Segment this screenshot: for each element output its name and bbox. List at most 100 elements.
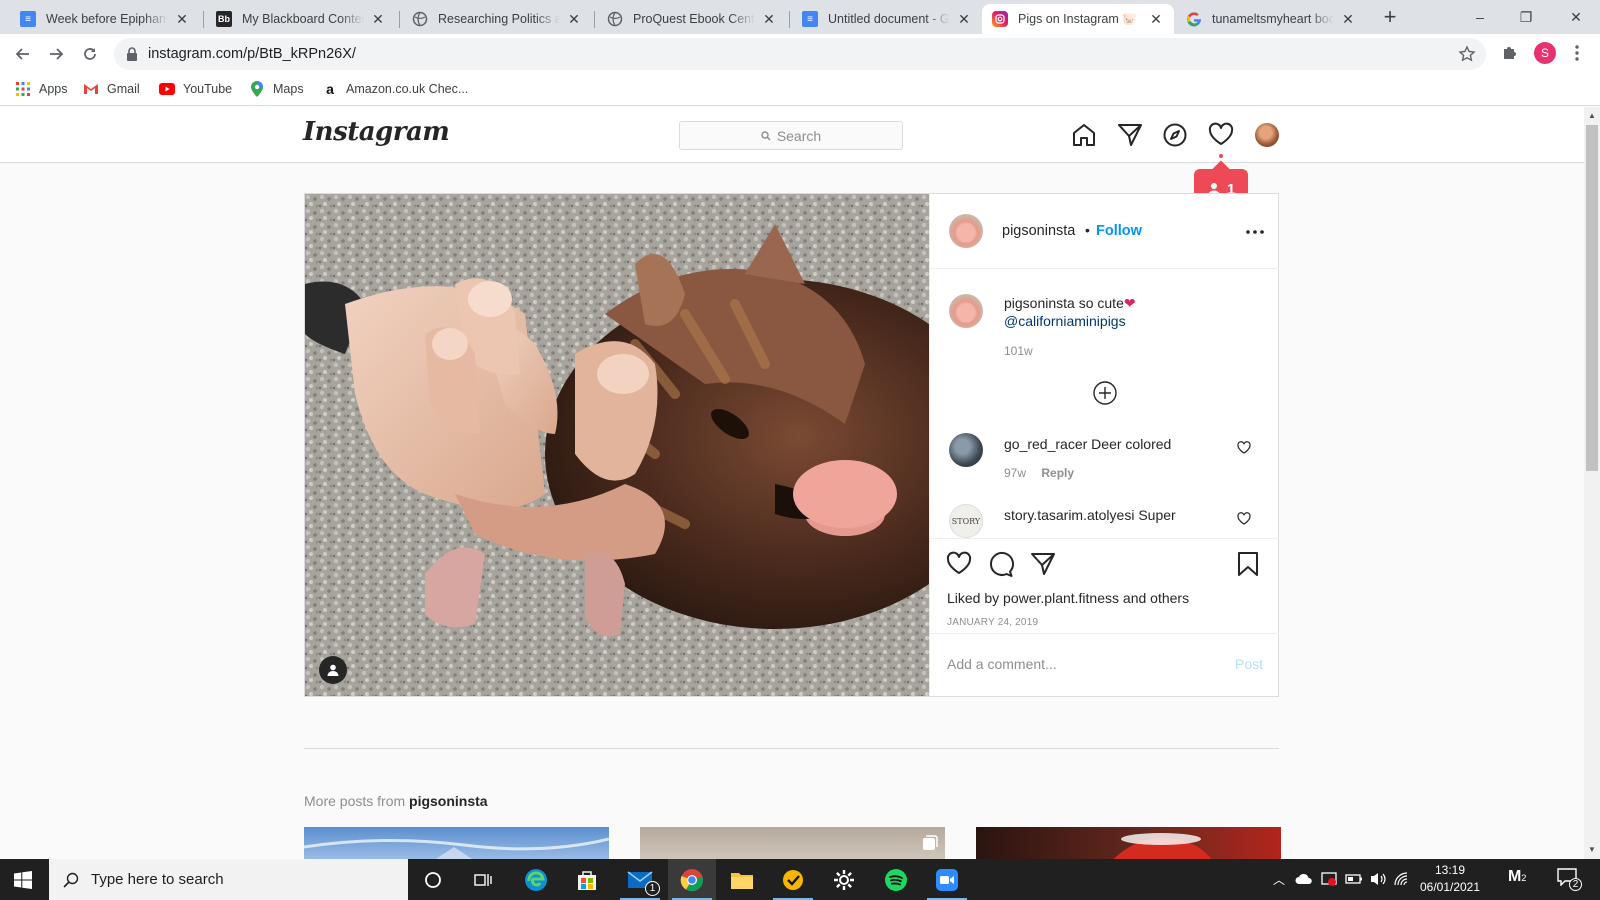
action-center-button[interactable]: 2	[1557, 868, 1582, 891]
reload-button[interactable]	[75, 39, 105, 69]
taskbar-norton[interactable]	[769, 859, 817, 900]
task-view-button[interactable]	[459, 859, 507, 900]
taskbar-settings[interactable]	[820, 859, 868, 900]
home-icon[interactable]	[1071, 122, 1097, 148]
taskbar-zoom[interactable]	[923, 859, 971, 900]
search-input[interactable]: Search	[679, 121, 903, 150]
page-scrollbar[interactable]: ▲ ▼	[1584, 107, 1600, 859]
author-username[interactable]: pigsoninsta	[1002, 223, 1075, 239]
tab-pigs-on-instagram[interactable]: Pigs on Instagram 🐷 on ✕	[982, 4, 1174, 34]
comment-timestamp[interactable]: 97w	[1004, 466, 1026, 480]
tab-week-before-epiphany[interactable]: ≡ Week before Epiphany ✕	[10, 4, 200, 34]
comment-like-heart-icon[interactable]	[1237, 441, 1251, 455]
bookmark-apps[interactable]: Apps	[15, 81, 68, 97]
restore-button[interactable]: ❐	[1503, 0, 1549, 34]
close-tab-icon[interactable]: ✕	[1148, 11, 1164, 27]
more-posts-heading: More posts from pigsoninsta	[304, 793, 488, 809]
post-comment-button[interactable]: Post	[1235, 656, 1263, 672]
author-avatar[interactable]	[949, 214, 983, 248]
new-tab-button[interactable]: +	[1378, 6, 1402, 30]
profile-avatar-button[interactable]: S	[1534, 42, 1556, 64]
more-options-icon[interactable]	[1246, 230, 1264, 234]
comment-username[interactable]: story.tasarim.atolyesi	[1004, 507, 1134, 523]
tab-researching-politics[interactable]: Researching Politics and ✕	[402, 4, 592, 34]
close-tab-icon[interactable]: ✕	[174, 11, 190, 27]
share-paper-plane-icon[interactable]	[1030, 551, 1056, 577]
cortana-button[interactable]	[409, 859, 457, 900]
profile-avatar[interactable]	[1255, 123, 1279, 147]
taskbar-file-explorer[interactable]	[718, 859, 766, 900]
bookmark-youtube[interactable]: YouTube	[159, 81, 232, 97]
reply-button[interactable]: Reply	[1041, 466, 1074, 480]
direct-messages-icon[interactable]	[1117, 122, 1143, 148]
google-icon	[1186, 11, 1202, 27]
more-post-thumbnail[interactable]	[304, 827, 609, 859]
instagram-logo[interactable]: Instagram	[303, 117, 450, 147]
load-more-comments-icon[interactable]	[1092, 380, 1118, 406]
onedrive-cloud-icon[interactable]	[1295, 873, 1313, 885]
taskbar-edge[interactable]	[512, 859, 560, 900]
extensions-puzzle-icon[interactable]	[1501, 43, 1519, 61]
close-tab-icon[interactable]: ✕	[956, 11, 972, 27]
wifi-network-icon[interactable]	[1393, 871, 1409, 887]
caption-username[interactable]: pigsoninsta	[1004, 295, 1075, 311]
system-clock[interactable]: 13:19 06/01/2021	[1413, 862, 1487, 896]
taskbar-chrome[interactable]	[668, 859, 716, 900]
tab-proquest[interactable]: ProQuest Ebook Central ✕	[597, 4, 787, 34]
caption-avatar[interactable]	[949, 294, 983, 328]
tab-blackboard[interactable]: Bb My Blackboard Content ✕	[206, 4, 396, 34]
taskbar-spotify[interactable]	[872, 859, 920, 900]
like-heart-icon[interactable]	[946, 551, 972, 577]
liked-prefix: Liked by	[947, 590, 1000, 606]
minimize-button[interactable]: –	[1457, 0, 1503, 34]
close-window-button[interactable]: ✕	[1553, 0, 1599, 34]
close-tab-icon[interactable]: ✕	[1340, 11, 1356, 27]
close-tab-icon[interactable]: ✕	[370, 11, 386, 27]
address-bar[interactable]: instagram.com/p/BtB_kRPn26X/	[114, 38, 1486, 70]
commenter-avatar[interactable]	[949, 433, 983, 467]
save-bookmark-icon[interactable]	[1235, 551, 1261, 577]
tab-title: Week before Epiphany	[46, 12, 168, 26]
comment-username[interactable]: go_red_racer	[1004, 436, 1087, 452]
tab-untitled-document[interactable]: ≡ Untitled document - Google ✕	[792, 4, 982, 34]
explore-compass-icon[interactable]	[1162, 122, 1188, 148]
bookmark-star-icon[interactable]	[1458, 45, 1476, 63]
scroll-up-arrow-icon[interactable]: ▲	[1588, 111, 1596, 120]
liked-others-link[interactable]: others	[1150, 590, 1189, 606]
scroll-down-arrow-icon[interactable]: ▼	[1588, 845, 1596, 854]
bookmark-amazon[interactable]: a Amazon.co.uk Chec...	[322, 81, 468, 97]
taskbar-store[interactable]	[563, 859, 611, 900]
comment-like-heart-icon[interactable]	[1237, 512, 1251, 526]
chrome-menu-icon[interactable]	[1573, 44, 1581, 62]
bookmark-maps[interactable]: Maps	[249, 81, 304, 97]
windows-start-icon[interactable]	[14, 871, 32, 889]
back-button[interactable]	[8, 39, 38, 69]
add-comment-input[interactable]: Add a comment...	[947, 656, 1057, 672]
taskbar-mail[interactable]: 1	[616, 859, 664, 900]
scrollbar-thumb[interactable]	[1586, 125, 1598, 471]
tagged-users-button[interactable]	[319, 656, 347, 684]
bookmark-gmail[interactable]: Gmail	[83, 81, 140, 97]
tab-tunameltsmyheart[interactable]: tunameltsmyheart book ✕	[1176, 4, 1366, 34]
forward-button[interactable]	[41, 39, 71, 69]
taskbar-search-box[interactable]: Type here to search	[49, 859, 408, 900]
input-method-icon[interactable]: M2	[1508, 868, 1526, 886]
volume-speaker-icon[interactable]	[1369, 871, 1387, 887]
activity-heart-icon[interactable]	[1208, 122, 1234, 148]
close-tab-icon[interactable]: ✕	[761, 11, 777, 27]
post-photo[interactable]	[305, 194, 929, 696]
post-date[interactable]: JANUARY 24, 2019	[947, 617, 1038, 628]
close-tab-icon[interactable]: ✕	[566, 11, 582, 27]
caption-mention-link[interactable]: @californiaminipigs	[1004, 313, 1126, 329]
battery-icon[interactable]	[1345, 873, 1363, 885]
more-posts-username[interactable]: pigsoninsta	[409, 793, 488, 809]
comment-bubble-icon[interactable]	[988, 551, 1014, 577]
follow-button[interactable]: Follow	[1096, 223, 1142, 239]
commenter-avatar[interactable]: STORY	[949, 504, 983, 538]
more-post-thumbnail[interactable]	[976, 827, 1281, 859]
caption-timestamp[interactable]: 101w	[1004, 344, 1033, 358]
show-hidden-icons-chevron[interactable]: ︿	[1273, 871, 1285, 888]
more-post-thumbnail[interactable]	[640, 827, 945, 859]
security-center-icon[interactable]	[1321, 871, 1337, 887]
liked-by-user-link[interactable]: power.plant.fitness	[1003, 590, 1119, 606]
